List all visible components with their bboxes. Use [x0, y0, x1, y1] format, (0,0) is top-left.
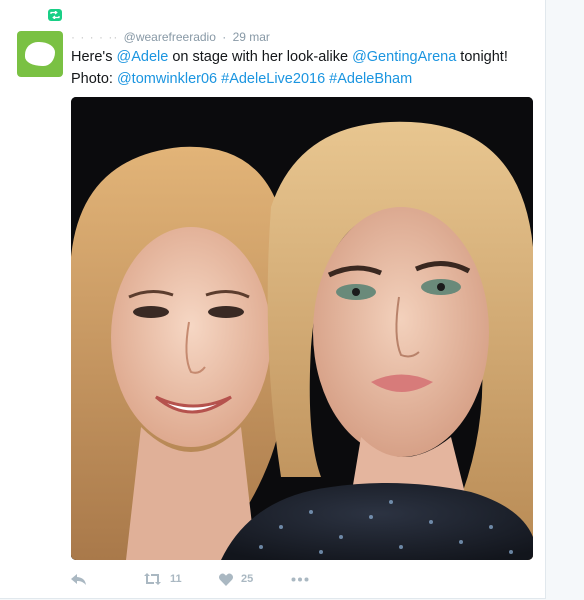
- header-separator: ·: [222, 30, 227, 44]
- hashtag-adelebham-link[interactable]: #AdeleBham: [329, 71, 412, 87]
- tweet-text: Here's @Adele on stage with her look-ali…: [71, 46, 541, 90]
- retweet-icon: [144, 573, 161, 585]
- author-name[interactable]: · · · · ··: [71, 30, 118, 44]
- text-segment: Photo:: [71, 71, 117, 87]
- retweet-count: 11: [170, 573, 182, 585]
- retweet-button[interactable]: 11: [143, 573, 219, 585]
- text-segment: tonight!: [456, 49, 508, 65]
- text-segment: on stage with her look-alike: [168, 49, 353, 65]
- avatar[interactable]: [17, 31, 63, 77]
- more-options-button[interactable]: [291, 577, 309, 582]
- tweet-date[interactable]: 29 mar: [233, 30, 270, 44]
- like-count: 25: [241, 573, 254, 585]
- like-button[interactable]: 25: [219, 573, 291, 586]
- hashtag-adelelive2016-link[interactable]: #AdeleLive2016: [221, 71, 325, 87]
- retweeted-badge-icon: [48, 9, 62, 21]
- tweet-media-photo[interactable]: [71, 97, 533, 560]
- text-segment: Here's: [71, 49, 117, 65]
- tweet-header: · · · · ·· @wearefreeradio · 29 mar: [71, 30, 270, 44]
- mention-adele-link[interactable]: @Adele: [116, 49, 168, 65]
- mention-tomwinkler06-link[interactable]: @tomwinkler06: [117, 71, 217, 87]
- tweet-actions: 11 25: [71, 569, 309, 589]
- mention-gentingarena-link[interactable]: @GentingArena: [352, 49, 456, 65]
- tweet-card: · · · · ·· @wearefreeradio · 29 mar Here…: [0, 0, 546, 599]
- reply-icon: [71, 573, 86, 585]
- more-dots-icon: [291, 577, 309, 581]
- selfie-photo-image: [71, 97, 533, 560]
- reply-button[interactable]: [71, 573, 143, 585]
- heart-icon: [219, 573, 233, 586]
- avatar-logo-icon: [25, 42, 55, 66]
- author-handle[interactable]: @wearefreeradio: [124, 30, 216, 44]
